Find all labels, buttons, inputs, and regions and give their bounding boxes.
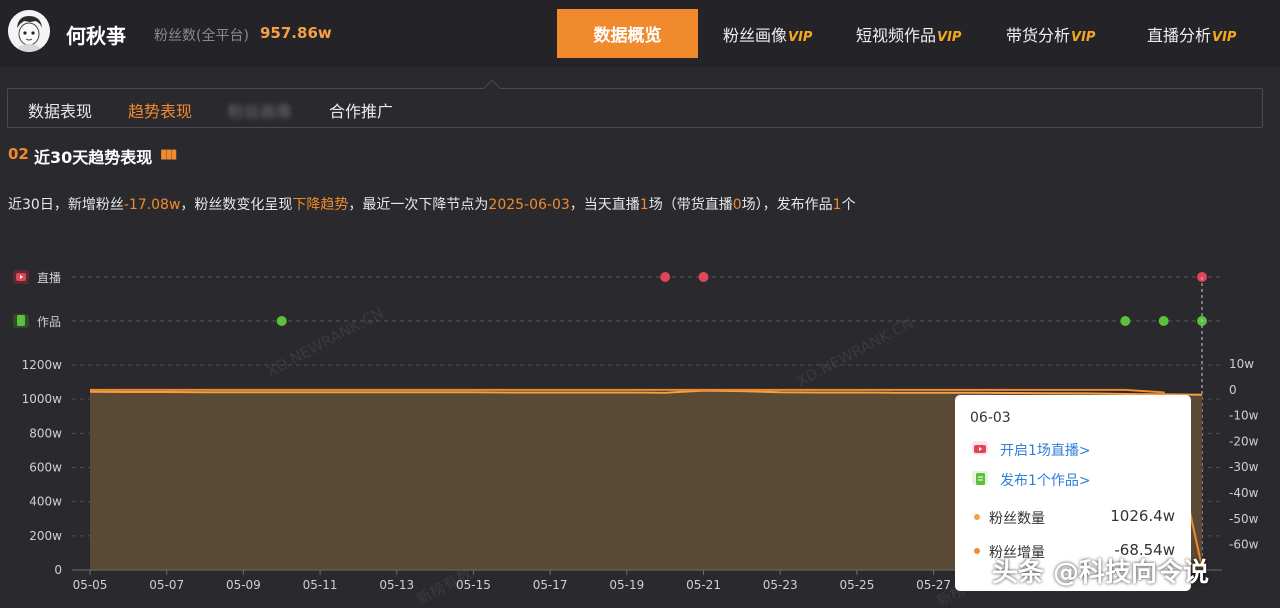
subtab-data-performance[interactable]: 数据表现 (28, 98, 92, 122)
vip-badge: VIP (788, 30, 813, 45)
y-left-tick-label: 1200w (22, 358, 63, 372)
top-header: 何秋亊 粉丝数(全平台) 957.86w 数据概览 粉丝画像VIP 短视频作品V… (0, 0, 1280, 67)
y-left-tick-label: 400w (29, 495, 62, 509)
summary-text: ，粉丝数变化呈现 (180, 197, 293, 213)
y-left-tick-label: 800w (29, 426, 62, 440)
live-event-dot (698, 272, 709, 282)
summary-new-fans: -17.08w (123, 197, 181, 213)
x-tick-label: 05-19 (609, 578, 644, 592)
section-decoration-icon: ▮▮▮ (160, 147, 178, 162)
work-icon-body (17, 315, 25, 326)
y-right-tick-label: -50w (1229, 512, 1259, 526)
subtab-blurred[interactable]: 粉丝画像 (228, 98, 292, 122)
live-icon (972, 441, 988, 455)
x-tick-label: 05-09 (226, 578, 261, 592)
tooltip-date: 06-03 (970, 410, 1011, 426)
x-tick-label: 05-07 (149, 578, 184, 592)
trend-summary: 近30日，新增粉丝-17.08w，粉丝数变化呈现下降趋势，最近一次下降节点为20… (8, 194, 856, 214)
avatar[interactable] (8, 10, 50, 52)
chart-watermark: XD.NEWRANK.CN (793, 314, 916, 391)
x-tick-label: 05-21 (686, 578, 721, 592)
sub-tab-bar (7, 88, 1263, 128)
tooltip-label: 粉丝数量 (989, 511, 1045, 527)
summary-live-count: 1 (639, 197, 649, 213)
series-dot-icon (974, 548, 980, 554)
y-right-tick-label: -30w (1229, 460, 1259, 474)
summary-text: 近30日，新增粉丝 (8, 197, 124, 213)
y-right-tick-label: -20w (1229, 434, 1259, 448)
nav-tab-label: 粉丝画像 (723, 26, 788, 45)
x-tick-label: 05-23 (763, 578, 798, 592)
summary-trend: 下降趋势 (292, 197, 349, 213)
event-row-label: 作品 (37, 315, 61, 329)
x-tick-label: 05-05 (73, 578, 108, 592)
tooltip-value: 1026.4w (1110, 507, 1175, 525)
nav-tab-label: 直播分析 (1147, 26, 1212, 45)
summary-date: 2025-06-03 (488, 197, 570, 213)
summary-text: ，当天直播 (569, 197, 640, 213)
summary-text: 个 (841, 197, 856, 213)
vip-badge: VIP (937, 30, 962, 45)
nav-tab-label: 数据概览 (593, 26, 662, 46)
subtab-trend-performance[interactable]: 趋势表现 (128, 98, 192, 122)
y-left-tick-label: 600w (29, 461, 62, 475)
summary-works-count: 1 (832, 197, 842, 213)
x-tick-label: 05-27 (916, 578, 951, 592)
summary-text: ，最近一次下降节点为 (348, 197, 489, 213)
nav-tab-fan-portrait[interactable]: 粉丝画像VIP (723, 22, 812, 46)
x-tick-label: 05-13 (379, 578, 414, 592)
fans-count-value: 957.86w (260, 24, 332, 42)
user-name: 何秋亊 (66, 24, 126, 48)
nav-tab-short-video[interactable]: 短视频作品VIP (856, 22, 961, 46)
nav-tab-label: 带货分析 (1006, 26, 1071, 45)
y-right-tick-label: 0 (1229, 383, 1237, 397)
subtab-cooperation[interactable]: 合作推广 (329, 98, 393, 122)
live-icon (13, 270, 29, 284)
work-event-dot (276, 316, 287, 326)
tooltip-work-link[interactable]: 发布1个作品> (1000, 470, 1091, 490)
work-icon (972, 471, 988, 485)
nav-tab-live-analysis[interactable]: 直播分析VIP (1147, 22, 1236, 46)
chart-watermark: XD.NEWRANK.CN (263, 304, 386, 381)
vip-badge: VIP (1212, 30, 1237, 45)
y-right-tick-label: -10w (1229, 409, 1259, 423)
nav-tab-label: 短视频作品 (856, 26, 937, 45)
summary-text: 场（带货直播 (648, 197, 733, 213)
nav-tab-data-overview[interactable]: 数据概览 (557, 9, 698, 58)
y-right-tick-label: -60w (1229, 538, 1259, 552)
tooltip-live-link[interactable]: 开启1场直播> (1000, 440, 1091, 460)
brand-watermark: 头条 @科技向令说 (992, 558, 1210, 588)
x-tick-label: 05-25 (839, 578, 874, 592)
summary-sales-live-count: 0 (732, 197, 742, 213)
work-icon (13, 314, 29, 328)
y-left-tick-label: 0 (54, 563, 62, 577)
work-event-dot (1120, 316, 1131, 326)
y-right-tick-label: 10w (1229, 357, 1254, 371)
vip-badge: VIP (1071, 30, 1096, 45)
event-row-label: 直播 (37, 271, 61, 285)
y-right-tick-label: -40w (1229, 486, 1259, 500)
x-tick-label: 05-15 (456, 578, 491, 592)
work-event-dot (1158, 316, 1169, 326)
summary-text: 场），发布作品 (741, 197, 833, 213)
x-tick-label: 05-11 (303, 578, 338, 592)
fans-count-label: 粉丝数(全平台) (154, 28, 249, 44)
section-title: 近30天趋势表现 (34, 148, 153, 167)
y-left-tick-label: 200w (29, 529, 62, 543)
y-left-tick-label: 1000w (22, 392, 63, 406)
x-tick-label: 05-17 (533, 578, 568, 592)
series-dot-icon (974, 514, 980, 520)
live-event-dot (660, 272, 671, 282)
nav-tab-sales-analysis[interactable]: 带货分析VIP (1006, 22, 1095, 46)
section-number: 02 (8, 145, 29, 163)
